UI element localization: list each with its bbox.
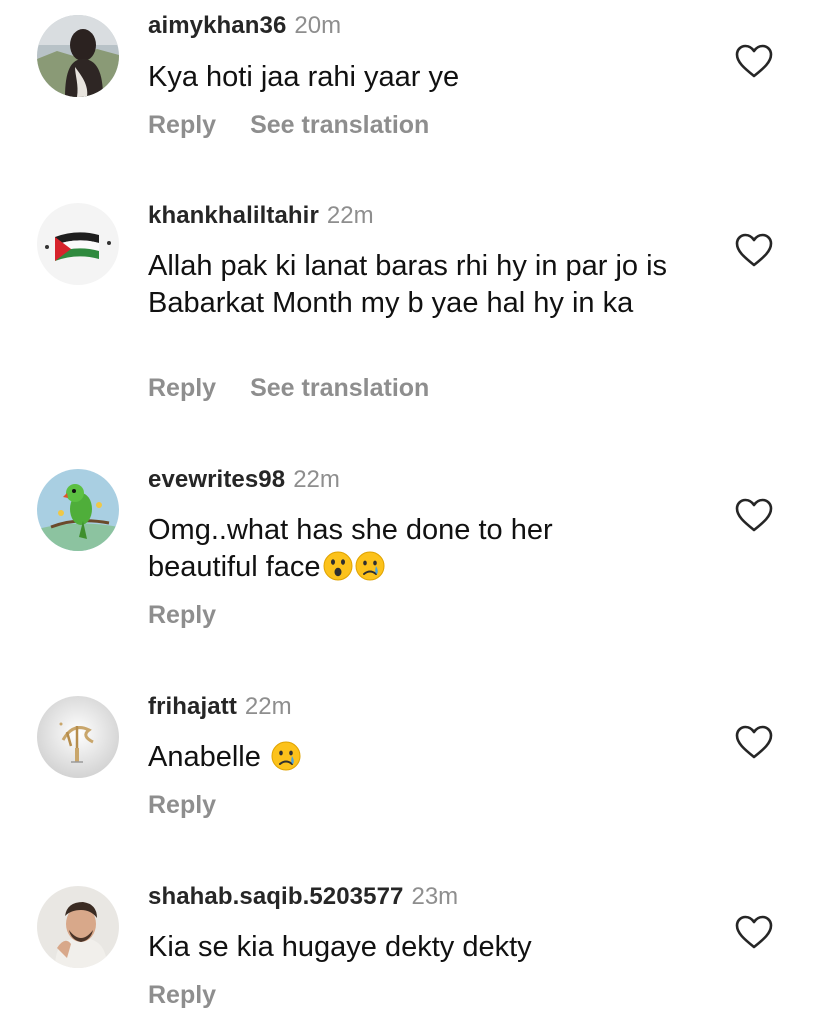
surprised-face-emoji-icon <box>323 551 353 581</box>
heart-icon <box>735 233 773 267</box>
comment-text: Omg..what has she done to her beautiful … <box>148 512 608 586</box>
comment-actions: Reply <box>148 981 216 1010</box>
man-profile-photo-icon <box>37 886 119 968</box>
comment-meta: frihajatt 22m <box>148 693 292 721</box>
crying-face-emoji-icon <box>355 551 385 581</box>
comment-time: 22m <box>244 693 292 720</box>
comment-text-content: Anabelle <box>148 741 261 773</box>
like-button[interactable] <box>734 914 774 950</box>
comment-actions: Reply See translation <box>148 374 429 403</box>
like-button[interactable] <box>734 43 774 79</box>
comment-meta: evewrites98 22m <box>148 466 340 494</box>
comment-time: 22m <box>293 466 340 493</box>
like-button[interactable] <box>734 497 774 533</box>
like-button[interactable] <box>734 724 774 760</box>
like-button[interactable] <box>734 232 774 268</box>
comment-username[interactable]: frihajatt <box>148 693 237 720</box>
see-translation-button[interactable]: See translation <box>250 111 429 139</box>
reply-button[interactable]: Reply <box>148 111 216 139</box>
heart-icon <box>735 725 773 759</box>
reply-button[interactable]: Reply <box>148 981 216 1009</box>
heart-icon <box>735 915 773 949</box>
comment-username[interactable]: aimykhan36 <box>148 12 286 39</box>
girl-profile-photo-icon <box>37 15 119 97</box>
comment-actions: Reply <box>148 791 216 820</box>
comment-time: 22m <box>326 202 374 229</box>
comment-time: 23m <box>411 883 459 910</box>
reply-button[interactable]: Reply <box>148 791 216 819</box>
see-translation-button[interactable]: See translation <box>250 374 429 402</box>
comment-meta: aimykhan36 20m <box>148 12 341 40</box>
comment-meta: shahab.saqib.5203577 23m <box>148 883 458 911</box>
comment-username[interactable]: shahab.saqib.5203577 <box>148 883 403 910</box>
reply-button[interactable]: Reply <box>148 374 216 402</box>
comment-text: Anabelle <box>148 739 708 776</box>
comment-username[interactable]: khankhaliltahir <box>148 202 319 229</box>
heart-icon <box>735 44 773 78</box>
avatar[interactable] <box>37 469 119 551</box>
comment-time: 20m <box>294 12 342 39</box>
parrot-illustration-icon <box>37 469 119 551</box>
avatar[interactable] <box>37 886 119 968</box>
ramadan-calligraphy-icon <box>37 696 119 778</box>
comment-meta: khankhaliltahir 22m <box>148 202 374 230</box>
reply-button[interactable]: Reply <box>148 601 216 629</box>
avatar[interactable] <box>37 203 119 285</box>
comment-actions: Reply <box>148 601 216 630</box>
comment-text: Kya hoti jaa rahi yaar ye <box>148 61 460 93</box>
comment-username[interactable]: evewrites98 <box>148 466 285 493</box>
comment-actions: Reply See translation <box>148 111 429 140</box>
crying-face-emoji-icon <box>271 741 301 771</box>
comment-text: Allah pak ki lanat baras rhi hy in par j… <box>148 250 668 319</box>
palestine-flag-icon <box>37 203 119 285</box>
avatar[interactable] <box>37 15 119 97</box>
avatar[interactable] <box>37 696 119 778</box>
comment-text: Kia se kia hugaye dekty dekty <box>148 931 532 963</box>
heart-icon <box>735 498 773 532</box>
